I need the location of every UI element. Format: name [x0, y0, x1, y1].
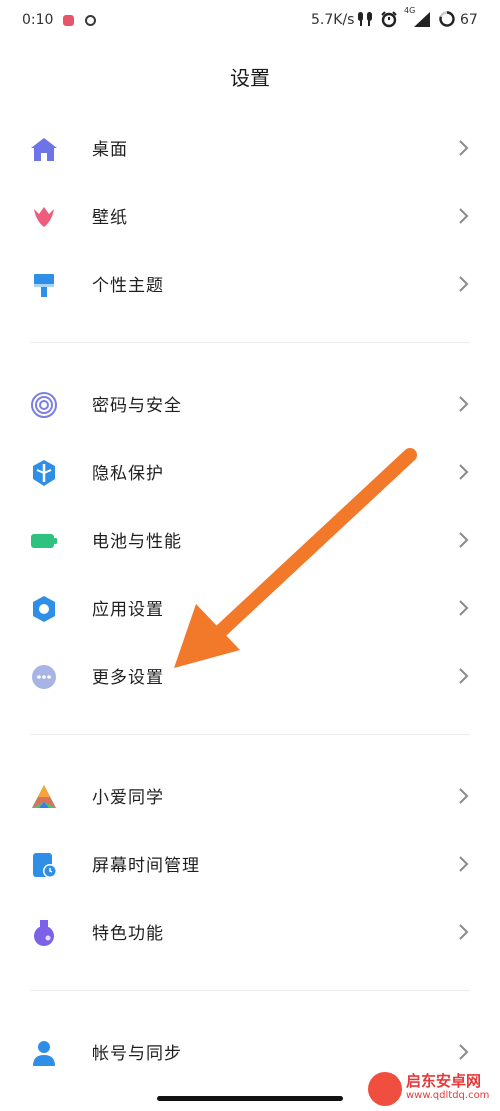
- more-dots-icon: [28, 661, 60, 693]
- paint-brush-icon: [28, 269, 60, 301]
- settings-row[interactable]: 电池与性能: [0, 505, 500, 573]
- chevron-right-icon: [456, 854, 470, 874]
- settings-row-label: 个性主题: [92, 276, 164, 296]
- settings-row-label: 隐私保护: [92, 464, 164, 484]
- settings-row[interactable]: 壁纸: [0, 181, 500, 249]
- net-speed: 5.7K/s: [311, 12, 355, 28]
- notification-red-icon: [63, 15, 74, 26]
- settings-row[interactable]: 更多设置: [0, 641, 500, 709]
- settings-row-label: 屏幕时间管理: [92, 856, 200, 876]
- battery-icon: [28, 525, 60, 557]
- status-time: 0:10: [22, 12, 54, 28]
- gear-icon: [28, 593, 60, 625]
- chevron-right-icon: [456, 530, 470, 550]
- settings-row[interactable]: 个性主题: [0, 249, 500, 317]
- settings-row-label: 壁纸: [92, 208, 128, 228]
- page-title: 设置: [230, 66, 270, 90]
- signal-icon: [412, 10, 432, 32]
- watermark-badge-icon: [368, 1072, 402, 1106]
- watermark-url: www.qdltdq.com: [406, 1090, 490, 1101]
- settings-row-label: 应用设置: [92, 600, 164, 620]
- xiaoai-icon: [28, 781, 60, 813]
- settings-row[interactable]: 应用设置: [0, 573, 500, 641]
- section-divider: [30, 990, 470, 991]
- alarm-icon: [380, 10, 398, 32]
- chevron-right-icon: [456, 462, 470, 482]
- section-divider: [30, 734, 470, 735]
- status-bar: 0:10 5.7K/s 4G 67: [0, 0, 500, 44]
- watermark-name: 启东安卓网: [406, 1072, 482, 1090]
- watermark-logo: 启东安卓网 www.qdltdq.com: [368, 1068, 500, 1111]
- settings-row[interactable]: 小爱同学: [0, 761, 500, 829]
- settings-row[interactable]: 屏幕时间管理: [0, 829, 500, 897]
- settings-row-label: 密码与安全: [92, 396, 182, 416]
- user-icon: [28, 1037, 60, 1069]
- settings-row-label: 更多设置: [92, 668, 164, 688]
- settings-row[interactable]: 桌面: [0, 113, 500, 181]
- chevron-right-icon: [456, 666, 470, 686]
- settings-row-label: 桌面: [92, 140, 128, 160]
- settings-row[interactable]: 特色功能: [0, 897, 500, 965]
- settings-row[interactable]: 密码与安全: [0, 369, 500, 437]
- settings-row-label: 特色功能: [92, 924, 164, 944]
- home-indicator[interactable]: [157, 1096, 343, 1101]
- settings-row-label: 小爱同学: [92, 788, 164, 808]
- chevron-right-icon: [456, 394, 470, 414]
- tulip-icon: [28, 201, 60, 233]
- chevron-right-icon: [456, 598, 470, 618]
- section-divider: [30, 342, 470, 343]
- fingerprint-icon: [28, 389, 60, 421]
- chevron-right-icon: [456, 786, 470, 806]
- screen-time-icon: [28, 849, 60, 881]
- settings-row[interactable]: 隐私保护: [0, 437, 500, 505]
- chevron-right-icon: [456, 206, 470, 226]
- battery-level: 67: [460, 12, 478, 28]
- privacy-shield-icon: [28, 457, 60, 489]
- settings-row-label: 帐号与同步: [92, 1044, 182, 1064]
- battery-ring-icon: [438, 10, 456, 32]
- chevron-right-icon: [456, 274, 470, 294]
- flask-icon: [28, 917, 60, 949]
- chevron-right-icon: [456, 922, 470, 942]
- settings-row-label: 电池与性能: [92, 532, 182, 552]
- chevron-right-icon: [456, 1042, 470, 1062]
- home-icon: [28, 133, 60, 165]
- circle-notification-icon: [85, 15, 96, 26]
- earbuds-icon: [356, 10, 374, 32]
- chevron-right-icon: [456, 138, 470, 158]
